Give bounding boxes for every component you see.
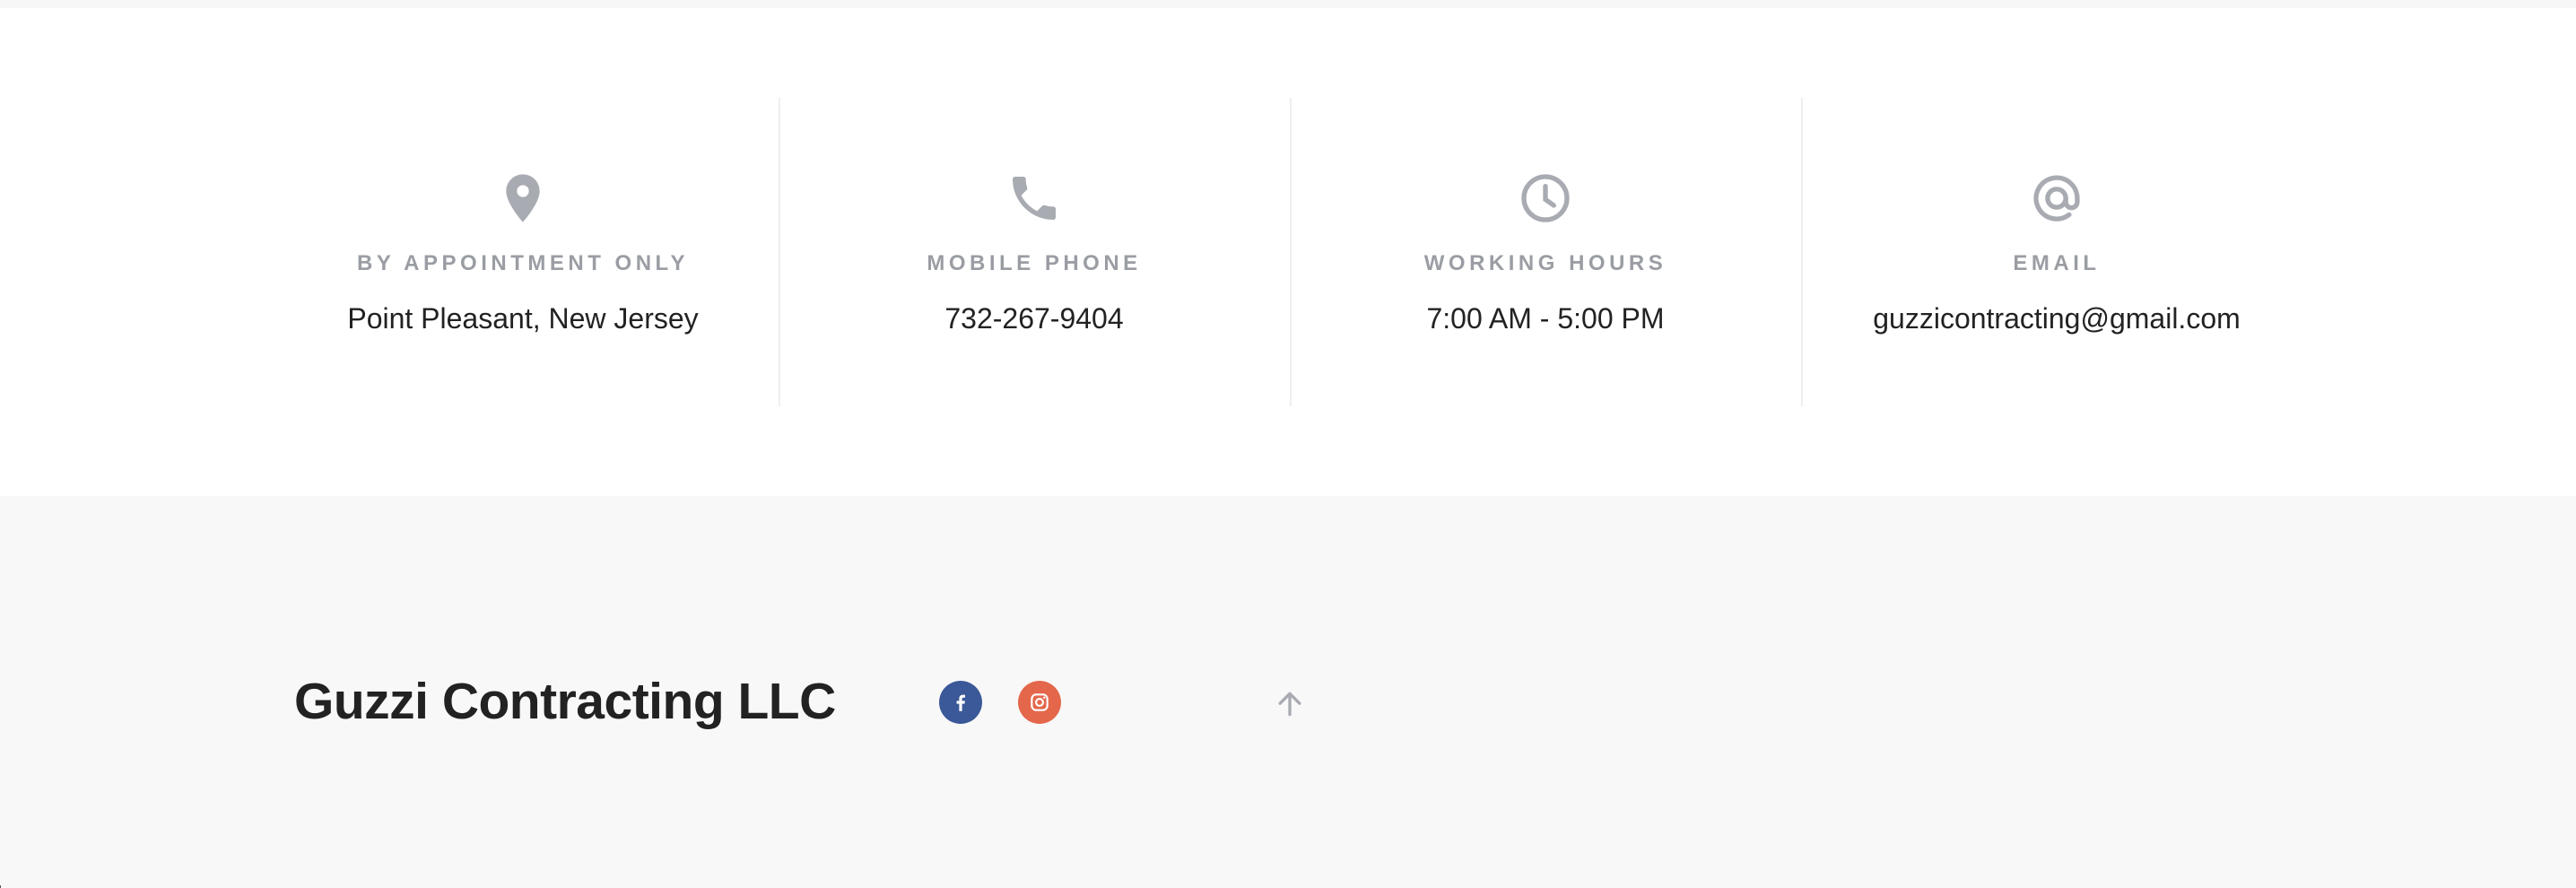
contact-label: EMAIL [2013,251,2101,275]
clock-icon [1517,170,1574,227]
footer-brand-name: Guzzi Contracting LLC [294,673,836,730]
page-corner-mark [0,881,7,888]
contact-value: Point Pleasant, New Jersey [347,302,699,335]
contact-item-email: EMAIL guzzicontracting@gmail.com [1801,98,2312,406]
contact-label: MOBILE PHONE [927,251,1142,275]
back-to-top-button[interactable] [1272,686,1308,722]
arrow-up-icon [1272,686,1308,722]
contact-label: WORKING HOURS [1423,251,1667,275]
top-strip [0,0,2576,8]
phone-number-link[interactable]: 732-267-9404 [779,302,1290,335]
contact-label: BY APPOINTMENT ONLY [357,251,689,275]
contact-item-location: BY APPOINTMENT ONLY Point Pleasant, New … [267,98,779,406]
instagram-icon [1028,691,1051,714]
contact-item-hours: WORKING HOURS 7:00 AM - 5:00 PM [1290,98,1801,406]
facebook-icon [949,691,972,714]
site-footer: Guzzi Contracting LLC [0,496,2576,888]
contact-item-phone: MOBILE PHONE 732-267-9404 [779,98,1290,406]
phone-icon [1005,170,1063,227]
facebook-button[interactable] [939,681,982,724]
at-sign-icon [2028,170,2085,227]
contact-value: 7:00 AM - 5:00 PM [1426,302,1665,335]
contact-info-section: BY APPOINTMENT ONLY Point Pleasant, New … [0,8,2576,496]
email-link[interactable]: guzzicontracting@gmail.com [1801,302,2312,335]
instagram-button[interactable] [1018,681,1061,724]
map-pin-icon [494,170,552,227]
